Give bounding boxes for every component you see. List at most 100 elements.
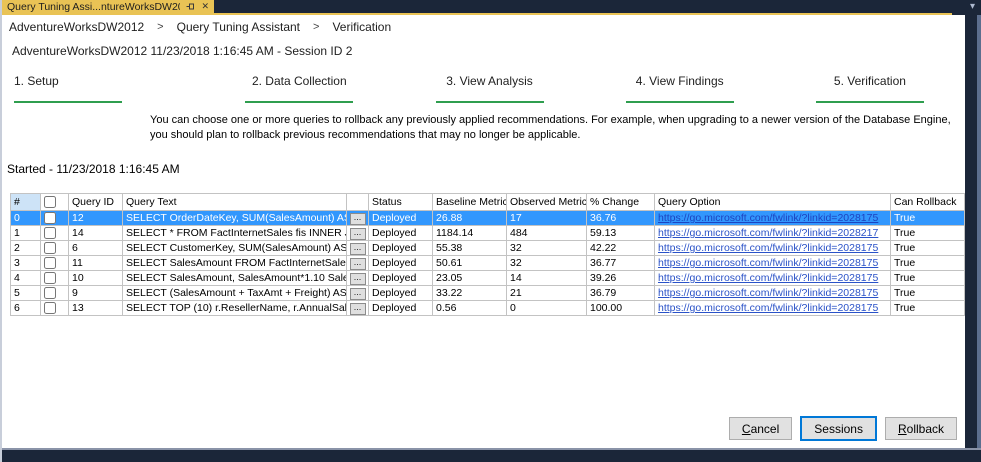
step-underline [625,101,734,103]
row-checkbox[interactable] [44,257,56,270]
baseline-metric-cell: 55.38 [432,240,507,256]
can-rollback-cell: True [890,270,965,286]
status-cell: Deployed [368,225,433,241]
query-option-link[interactable]: https://go.microsoft.com/fwlink/?linkid=… [658,227,878,239]
query-id-cell: 13 [68,300,123,316]
header-checkbox[interactable] [44,196,56,209]
ellipsis-cell[interactable]: ... [346,300,369,316]
pct-change-cell: 36.79 [586,285,655,301]
query-id-cell: 10 [68,270,123,286]
ellipsis-cell[interactable]: ... [346,210,369,226]
window-right-border [965,15,981,462]
row-checkbox[interactable] [44,272,56,285]
row-number: 3 [10,255,41,271]
query-text-cell: SELECT OrderDateKey, SUM(SalesAmount) AS… [122,210,347,226]
column-header-select[interactable] [40,193,69,211]
close-icon[interactable]: ✕ [201,2,209,11]
column-header-can-rollback[interactable]: Can Rollback [890,193,965,211]
step-underline [245,101,354,103]
table-row[interactable]: 5 9 SELECT (SalesAmount + TaxAmt + Freight… [10,285,965,301]
table-row[interactable]: 2 6 SELECT CustomerKey, SUM(SalesAmount) A… [10,240,965,256]
table-row[interactable]: 4 10 SELECT SalesAmount, SalesAmount*1.10 … [10,270,965,286]
row-number: 6 [10,300,41,316]
tab-overflow-icon[interactable]: ▾ [970,1,975,12]
ellipsis-button[interactable]: ... [349,213,366,225]
table-row[interactable]: 3 11 SELECT SalesAmount FROM FactInternetS… [10,255,965,271]
step-view-findings: 4. View Findings [585,74,775,103]
ellipsis-button[interactable]: ... [349,303,366,315]
query-table: # Query ID Query Text Status Baseline Me… [10,193,965,316]
query-text-cell: SELECT SalesAmount, SalesAmount*1.10 Sal… [122,270,347,286]
ellipsis-cell[interactable]: ... [346,270,369,286]
observed-metric-cell: 0 [506,300,587,316]
rollback-button[interactable]: Rollback [884,417,957,440]
step-view-analysis: 3. View Analysis [394,74,584,103]
baseline-metric-cell: 23.05 [432,270,507,286]
row-checkbox[interactable] [44,212,56,225]
breadcrumb: AdventureWorksDW2012 > Query Tuning Assi… [2,15,965,37]
row-checkbox[interactable] [44,242,56,255]
row-select-cell[interactable] [40,225,69,241]
query-option-link[interactable]: https://go.microsoft.com/fwlink/?linkid=… [658,287,878,299]
ellipsis-button[interactable]: ... [349,228,366,240]
row-select-cell[interactable] [40,270,69,286]
breadcrumb-item-database[interactable]: AdventureWorksDW2012 [9,20,144,34]
step-verification: 5. Verification [775,74,965,103]
query-option-link[interactable]: https://go.microsoft.com/fwlink/?linkid=… [658,272,878,284]
table-row[interactable]: 6 13 SELECT TOP (10) r.ResellerName, r.Ann… [10,300,965,316]
column-header-ellipsis [346,193,369,211]
status-cell: Deployed [368,285,433,301]
query-option-link[interactable]: https://go.microsoft.com/fwlink/?linkid=… [658,302,878,314]
query-option-link[interactable]: https://go.microsoft.com/fwlink/?linkid=… [658,257,878,269]
can-rollback-cell: True [890,210,965,226]
pct-change-cell: 59.13 [586,225,655,241]
ellipsis-button[interactable]: ... [349,243,366,255]
breadcrumb-separator: > [157,21,164,33]
ellipsis-button[interactable]: ... [349,273,366,285]
query-option-cell: https://go.microsoft.com/fwlink/?linkid=… [654,255,891,271]
column-header-query-text[interactable]: Query Text [122,193,347,211]
row-select-cell[interactable] [40,210,69,226]
ellipsis-cell[interactable]: ... [346,285,369,301]
cancel-button[interactable]: Cancel [728,417,793,440]
row-number: 0 [10,210,41,226]
row-select-cell[interactable] [40,255,69,271]
baseline-metric-cell: 50.61 [432,255,507,271]
pct-change-cell: 36.77 [586,255,655,271]
table-row[interactable]: 0 12 SELECT OrderDateKey, SUM(SalesAmount)… [10,210,965,226]
row-select-cell[interactable] [40,300,69,316]
column-header-status[interactable]: Status [368,193,433,211]
breadcrumb-item-verification[interactable]: Verification [332,20,391,34]
pin-icon[interactable] [186,2,195,11]
row-checkbox[interactable] [44,227,56,240]
query-table-body: 0 12 SELECT OrderDateKey, SUM(SalesAmount)… [10,210,965,316]
column-header-query-option[interactable]: Query Option [654,193,891,211]
column-header-num[interactable]: # [10,193,41,211]
ellipsis-button[interactable]: ... [349,258,366,270]
breadcrumb-item-assistant[interactable]: Query Tuning Assistant [177,20,300,34]
column-header-query-id[interactable]: Query ID [68,193,123,211]
sessions-button[interactable]: Sessions [800,416,877,441]
row-select-cell[interactable] [40,285,69,301]
row-checkbox[interactable] [44,287,56,300]
row-select-cell[interactable] [40,240,69,256]
column-header-baseline-metric[interactable]: Baseline Metric [432,193,507,211]
ellipsis-cell[interactable]: ... [346,240,369,256]
query-option-cell: https://go.microsoft.com/fwlink/?linkid=… [654,240,891,256]
query-text-cell: SELECT SalesAmount FROM FactInternetSale… [122,255,347,271]
observed-metric-cell: 17 [506,210,587,226]
column-header-observed-metric[interactable]: Observed Metric [506,193,587,211]
baseline-metric-cell: 33.22 [432,285,507,301]
ellipsis-button[interactable]: ... [349,288,366,300]
table-row[interactable]: 1 14 SELECT * FROM FactInternetSales fis I… [10,225,965,241]
started-label: Started - 11/23/2018 1:16:45 AM [7,162,180,176]
document-tab[interactable]: Query Tuning Assi...ntureWorksDW2012] ✕ [2,0,214,13]
query-option-link[interactable]: https://go.microsoft.com/fwlink/?linkid=… [658,242,878,254]
step-setup: 1. Setup [2,74,204,103]
ellipsis-cell[interactable]: ... [346,225,369,241]
row-checkbox[interactable] [44,302,56,315]
query-id-cell: 11 [68,255,123,271]
column-header-pct-change[interactable]: % Change [586,193,655,211]
query-option-link[interactable]: https://go.microsoft.com/fwlink/?linkid=… [658,212,878,224]
ellipsis-cell[interactable]: ... [346,255,369,271]
